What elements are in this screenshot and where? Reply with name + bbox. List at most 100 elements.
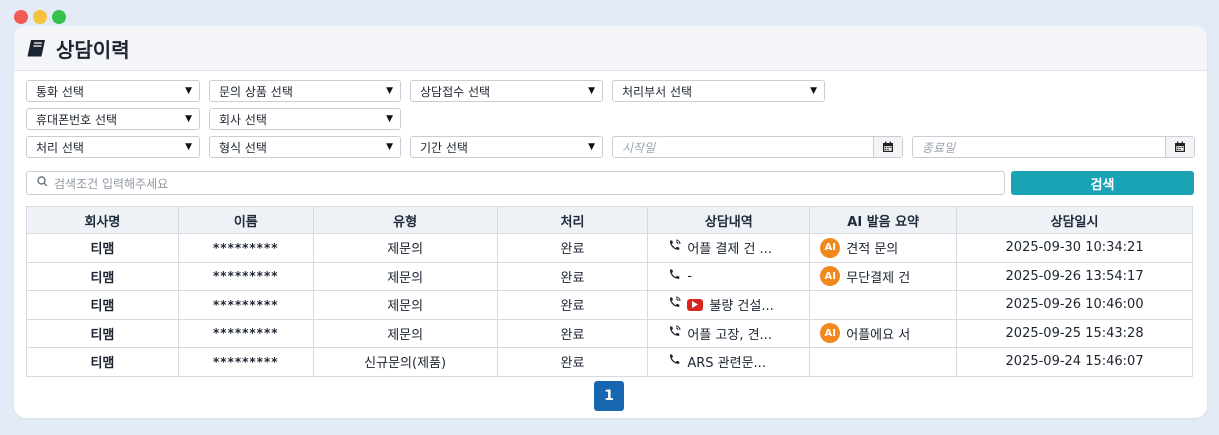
- caret-down-icon: ▼: [810, 86, 817, 96]
- type-cell: 제문의: [312, 290, 498, 320]
- filter-panel: 통화 선택 ▼ 문의 상품 선택 ▼ 상담접수 선택 ▼ 처리부서 선택 ▼ 휴대폰번호…: [26, 80, 1195, 164]
- calendar-icon[interactable]: [873, 137, 902, 157]
- consultation-table: 회사명 이름 유형 처리 상담내역 AI 발음 요약 상담일시 티맴 *****…: [26, 206, 1193, 377]
- column-header[interactable]: 처리: [496, 206, 649, 234]
- call-select[interactable]: 통화 선택 ▼: [26, 80, 200, 102]
- company-select-label: 회사 선택: [219, 112, 267, 127]
- content-cell[interactable]: -: [647, 261, 811, 291]
- phone-icon: [668, 353, 681, 370]
- department-select-label: 처리부서 선택: [622, 84, 693, 99]
- ai-summary-cell: AI 견적 문의: [809, 233, 958, 263]
- close-window-button[interactable]: [14, 10, 28, 24]
- content-cell[interactable]: 어플 고장, 견...: [647, 318, 811, 348]
- content-cell[interactable]: 불량 건설...: [647, 290, 811, 320]
- mobile-select[interactable]: 휴대폰번호 선택 ▼: [26, 108, 200, 130]
- status-cell: 완료: [496, 233, 649, 263]
- type-cell: 신규문의(제품): [312, 347, 498, 377]
- process-select-label: 처리 선택: [36, 140, 84, 155]
- search-icon: [37, 176, 48, 190]
- page-1-button[interactable]: 1: [594, 381, 624, 411]
- ai-summary-text: 어플에요 서: [846, 327, 911, 343]
- ai-summary-cell: AI 어플에요 서: [809, 318, 958, 348]
- status-cell: 완료: [496, 290, 649, 320]
- column-header[interactable]: 유형: [312, 206, 498, 234]
- company-cell: 티맴: [26, 233, 179, 263]
- product-select[interactable]: 문의 상품 선택 ▼: [209, 80, 401, 102]
- content-text: -: [687, 268, 693, 284]
- page-header: 상담이력: [14, 26, 1207, 71]
- format-select[interactable]: 형식 선택 ▼: [209, 136, 401, 158]
- company-cell: 티맴: [26, 290, 179, 320]
- table-row[interactable]: 티맴 ********* 제문의 완료 불량 건설... 2025-09-26 …: [26, 290, 1193, 320]
- product-select-label: 문의 상품 선택: [219, 84, 293, 99]
- phone-incoming-icon: [668, 239, 681, 256]
- status-cell: 완료: [496, 347, 649, 377]
- start-date-field[interactable]: 시작일: [612, 136, 903, 158]
- reception-select-label: 상담접수 선택: [420, 84, 491, 99]
- ai-summary-text: 견적 문의: [846, 242, 899, 258]
- caret-down-icon: ▼: [185, 86, 192, 96]
- search-button[interactable]: 검색: [1011, 171, 1194, 195]
- search-input[interactable]: 검색조건 입력해주세요: [26, 171, 1005, 195]
- content-text: 어플 결제 건 ...: [687, 242, 772, 258]
- ai-badge-icon: AI: [820, 323, 841, 344]
- datetime-cell: 2025-09-25 15:43:28: [956, 318, 1193, 348]
- name-cell: *********: [177, 318, 314, 348]
- content-cell[interactable]: 어플 결제 건 ...: [647, 233, 811, 263]
- type-cell: 제문의: [312, 233, 498, 263]
- caret-down-icon: ▼: [386, 86, 393, 96]
- window-controls: [14, 10, 66, 24]
- phone-incoming-icon: [668, 325, 681, 342]
- ai-badge-icon: AI: [820, 266, 841, 287]
- start-date-placeholder: 시작일: [622, 140, 656, 155]
- datetime-cell: 2025-09-30 10:34:21: [956, 233, 1193, 263]
- phone-incoming-icon: [668, 296, 681, 313]
- table-row[interactable]: 티맴 ********* 제문의 완료 어플 결제 건 ... AI 견적 문의…: [26, 233, 1193, 263]
- column-header[interactable]: 상담내역: [647, 206, 811, 234]
- calendar-icon[interactable]: [1165, 137, 1194, 157]
- column-header[interactable]: 이름: [177, 206, 314, 234]
- search-row: 검색조건 입력해주세요 검색: [26, 171, 1194, 195]
- caret-down-icon: ▼: [588, 86, 595, 96]
- name-cell: *********: [177, 233, 314, 263]
- content-text: 어플 고장, 견...: [687, 327, 772, 343]
- content-text: ARS 관련문...: [687, 356, 766, 372]
- content-text: 불량 건설...: [709, 299, 774, 315]
- consultation-history-window: 상담이력 통화 선택 ▼ 문의 상품 선택 ▼ 상담접수 선택 ▼ 처리부서 선택 ▼ …: [14, 26, 1207, 418]
- video-play-icon[interactable]: [687, 298, 704, 311]
- caret-down-icon: ▼: [386, 142, 393, 152]
- minimize-window-button[interactable]: [33, 10, 47, 24]
- caret-down-icon: ▼: [185, 142, 192, 152]
- period-select[interactable]: 기간 선택 ▼: [410, 136, 603, 158]
- table-row[interactable]: 티맴 ********* 신규문의(제품) 완료 ARS 관련문... 2025…: [26, 347, 1193, 377]
- search-placeholder: 검색조건 입력해주세요: [54, 176, 169, 191]
- column-header[interactable]: AI 발음 요약: [809, 206, 958, 234]
- reception-select[interactable]: 상담접수 선택 ▼: [410, 80, 603, 102]
- content-cell[interactable]: ARS 관련문...: [647, 347, 811, 377]
- table-row[interactable]: 티맴 ********* 제문의 완료 어플 고장, 견... AI 어플에요 …: [26, 318, 1193, 348]
- status-cell: 완료: [496, 261, 649, 291]
- ai-summary-cell: [809, 347, 958, 377]
- caret-down-icon: ▼: [386, 114, 393, 124]
- table-header-row: 회사명 이름 유형 처리 상담내역 AI 발음 요약 상담일시: [26, 206, 1193, 234]
- end-date-field[interactable]: 종료일: [912, 136, 1195, 158]
- page-title: 상담이력: [56, 37, 130, 62]
- book-icon: [26, 37, 48, 59]
- end-date-placeholder: 종료일: [922, 140, 956, 155]
- column-header[interactable]: 회사명: [26, 206, 179, 234]
- name-cell: *********: [177, 261, 314, 291]
- datetime-cell: 2025-09-24 15:46:07: [956, 347, 1193, 377]
- type-cell: 제문의: [312, 318, 498, 348]
- company-cell: 티맴: [26, 318, 179, 348]
- ai-summary-cell: [809, 290, 958, 320]
- phone-icon: [668, 268, 681, 285]
- table-row[interactable]: 티맴 ********* 제문의 완료 - AI 무단결제 건 2025-09-…: [26, 261, 1193, 291]
- name-cell: *********: [177, 290, 314, 320]
- maximize-window-button[interactable]: [52, 10, 66, 24]
- department-select[interactable]: 처리부서 선택 ▼: [612, 80, 825, 102]
- ai-badge-icon: AI: [820, 237, 841, 258]
- company-select[interactable]: 회사 선택 ▼: [209, 108, 401, 130]
- process-select[interactable]: 처리 선택 ▼: [26, 136, 200, 158]
- column-header[interactable]: 상담일시: [956, 206, 1193, 234]
- pagination: 1: [594, 381, 624, 411]
